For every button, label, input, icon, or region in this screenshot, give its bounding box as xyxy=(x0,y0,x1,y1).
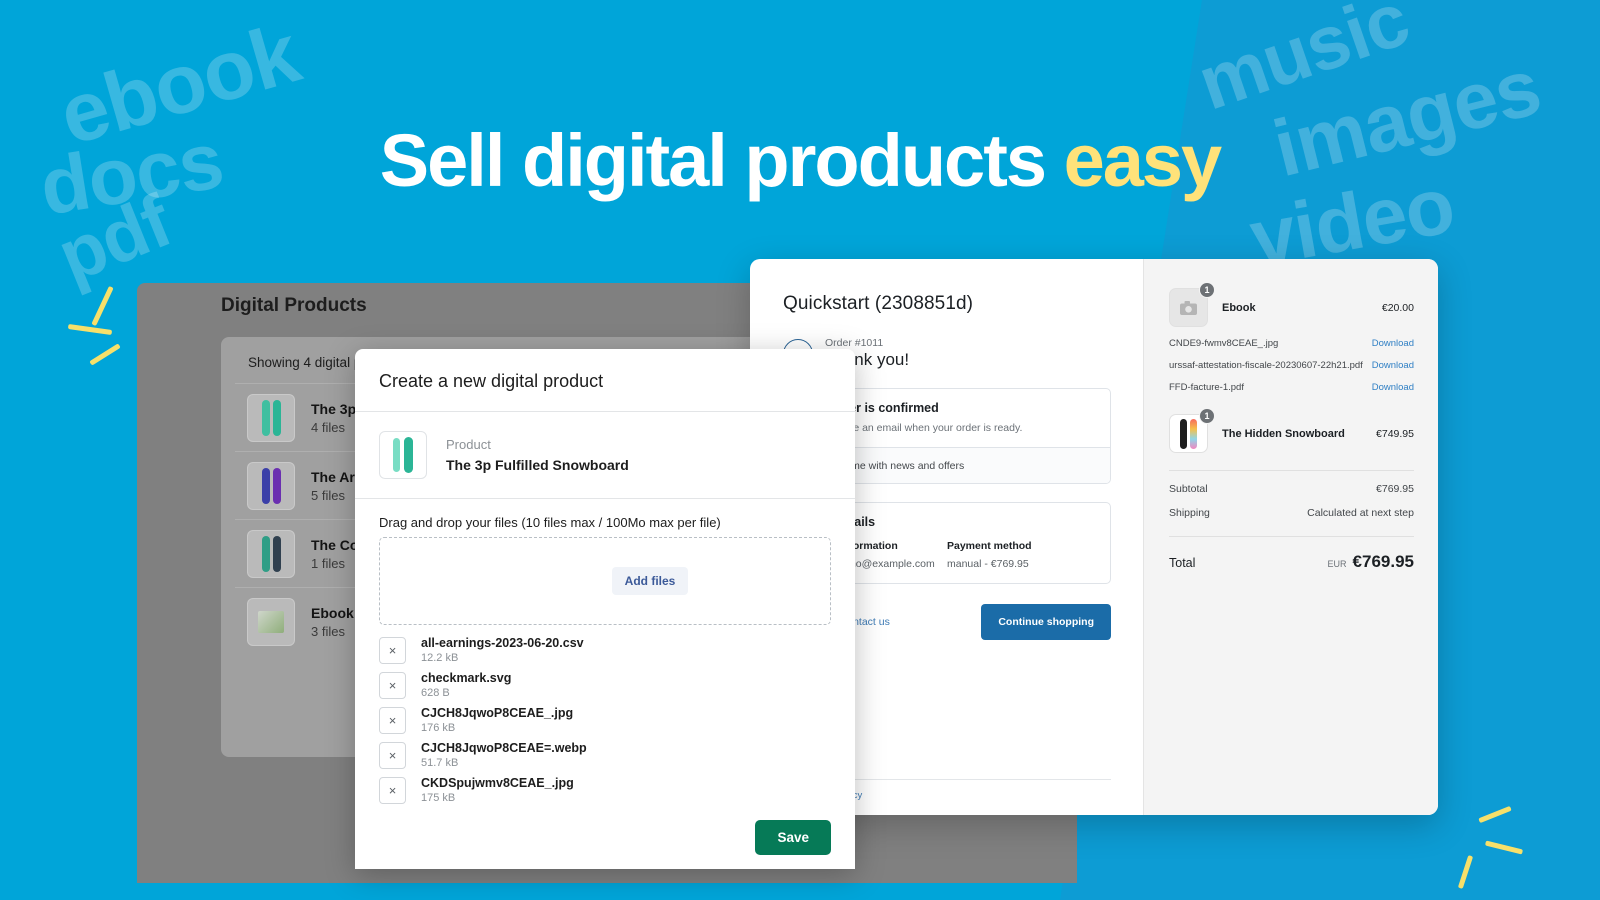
dropzone-label: Drag and drop your files (10 files max /… xyxy=(379,515,721,530)
download-file-name: CNDE9-fwmv8CEAE_.jpg xyxy=(1169,338,1279,349)
file-size: 176 kB xyxy=(421,722,456,734)
subtotal-value: €769.95 xyxy=(1376,483,1414,495)
snowboard-thumb-icon xyxy=(247,393,295,442)
snowboard-thumb-icon xyxy=(247,461,295,510)
file-size: 12.2 kB xyxy=(421,652,459,664)
order-summary-column: 1 Ebook €20.00 CNDE9-fwmv8CEAE_.jpg Down… xyxy=(1143,259,1438,815)
download-file-name: FFD-facture-1.pdf xyxy=(1169,382,1244,393)
continue-shopping-button[interactable]: Continue shopping xyxy=(981,604,1111,640)
subtotal-label: Subtotal xyxy=(1169,483,1208,495)
uploaded-files-list: × all-earnings-2023-06-20.csv 12.2 kB × … xyxy=(379,636,831,804)
subtotal-row: Subtotal €769.95 xyxy=(1169,483,1414,495)
snowboard-thumb-icon xyxy=(247,529,295,578)
hero-main-text: Sell digital products xyxy=(379,119,1064,202)
hero-headline: Sell digital products easy xyxy=(0,124,1600,198)
file-name: CKDSpujwmv8CEAE_.jpg xyxy=(421,776,574,790)
product-file-count: 3 files xyxy=(311,623,345,639)
file-size: 175 kB xyxy=(421,792,456,804)
line-item-price: €20.00 xyxy=(1381,301,1414,314)
modal-header: Create a new digital product xyxy=(355,349,855,412)
hero-accent-text: easy xyxy=(1063,119,1223,202)
file-name: all-earnings-2023-06-20.csv xyxy=(421,636,584,650)
list-item: × all-earnings-2023-06-20.csv 12.2 kB xyxy=(379,636,831,664)
selected-product-name: The 3p Fulfilled Snowboard xyxy=(446,457,629,473)
remove-file-button[interactable]: × xyxy=(379,776,406,804)
file-size: 51.7 kB xyxy=(421,757,459,769)
total-row: Total EUR €769.95 xyxy=(1169,552,1414,572)
save-button[interactable]: Save xyxy=(755,820,831,855)
payment-heading: Payment method xyxy=(947,540,1032,552)
total-value: €769.95 xyxy=(1352,552,1414,571)
modal-title: Create a new digital product xyxy=(379,371,604,391)
remove-file-button[interactable]: × xyxy=(379,636,406,664)
list-item: × CJCH8JqwoP8CEAE_.jpg 176 kB xyxy=(379,706,831,734)
shipping-label: Shipping xyxy=(1169,507,1210,519)
modal-body: Drag and drop your files (10 files max /… xyxy=(355,499,855,804)
payment-value: manual - €769.95 xyxy=(947,558,1029,570)
shipping-value: Calculated at next step xyxy=(1307,507,1414,519)
line-item-name: The Hidden Snowboard xyxy=(1222,427,1345,440)
divider xyxy=(1169,470,1414,471)
promo-banner: ebook docs pdf music images video Sell d… xyxy=(0,0,1600,900)
product-label: Product xyxy=(446,437,491,452)
page-title: Digital Products xyxy=(221,295,367,316)
shop-title: Quickstart (2308851d) xyxy=(783,293,974,314)
line-item-name: Ebook xyxy=(1222,301,1256,314)
file-name: CJCH8JqwoP8CEAE_.jpg xyxy=(421,706,574,720)
total-label: Total xyxy=(1169,556,1196,570)
add-files-button[interactable]: Add files xyxy=(611,567,689,595)
shipping-row: Shipping Calculated at next step xyxy=(1169,507,1414,519)
remove-file-button[interactable]: × xyxy=(379,741,406,769)
line-item-price: €749.95 xyxy=(1376,427,1414,440)
download-row: FFD-facture-1.pdf Download xyxy=(1169,382,1414,393)
file-size: 628 B xyxy=(421,687,450,699)
selected-product-row: Product The 3p Fulfilled Snowboard xyxy=(355,412,855,499)
list-item: × CJCH8JqwoP8CEAE=.webp 51.7 kB xyxy=(379,741,831,769)
product-name: Ebook xyxy=(311,604,354,621)
remove-file-button[interactable]: × xyxy=(379,671,406,699)
create-digital-product-modal: Create a new digital product Product The… xyxy=(355,349,855,869)
snowboard-thumb-icon xyxy=(379,431,427,479)
download-link[interactable]: Download xyxy=(1372,382,1414,393)
download-row: CNDE9-fwmv8CEAE_.jpg Download xyxy=(1169,338,1414,349)
quantity-badge: 1 xyxy=(1199,408,1215,424)
total-currency: EUR xyxy=(1327,559,1347,569)
download-row: urssaf-attestation-fiscale-20230607-22h2… xyxy=(1169,360,1414,371)
list-item: × CKDSpujwmv8CEAE_.jpg 175 kB xyxy=(379,776,831,804)
ebook-thumb-icon xyxy=(247,597,295,646)
list-item: 1 The Hidden Snowboard €749.95 xyxy=(1169,408,1414,453)
list-item: × checkmark.svg 628 B xyxy=(379,671,831,699)
download-file-name: urssaf-attestation-fiscale-20230607-22h2… xyxy=(1169,360,1363,371)
order-number: Order #1011 xyxy=(825,337,884,349)
file-name: checkmark.svg xyxy=(421,671,512,685)
download-link[interactable]: Download xyxy=(1372,338,1414,349)
divider xyxy=(1169,536,1414,537)
file-name: CJCH8JqwoP8CEAE=.webp xyxy=(421,741,587,755)
quantity-badge: 1 xyxy=(1199,282,1215,298)
payment-method-block: Payment method manual - €769.95 xyxy=(947,540,1096,570)
file-dropzone[interactable]: Add files xyxy=(379,537,831,625)
modal-footer: Save xyxy=(355,806,855,869)
list-item: 1 Ebook €20.00 xyxy=(1169,282,1414,327)
download-link[interactable]: Download xyxy=(1372,360,1414,371)
remove-file-button[interactable]: × xyxy=(379,706,406,734)
